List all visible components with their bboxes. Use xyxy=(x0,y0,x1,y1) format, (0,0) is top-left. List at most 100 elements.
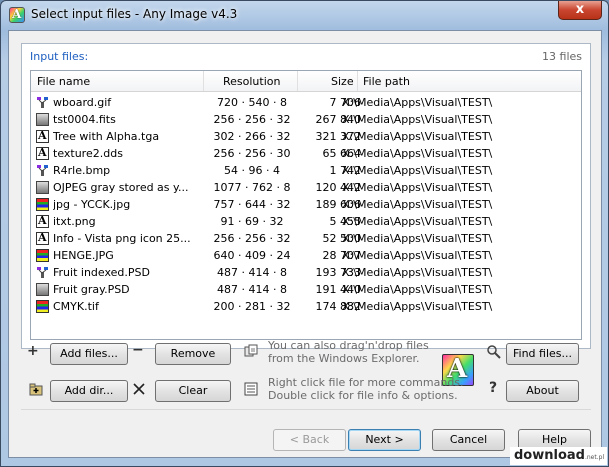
column-divider[interactable] xyxy=(203,71,204,91)
back-button[interactable]: < Back xyxy=(273,429,346,451)
file-path: X:\Media\Apps\Visual\TEST\ xyxy=(342,215,493,228)
file-name: texture2.dds xyxy=(53,147,123,160)
file-resolution: 91 · 69 · 32 xyxy=(220,215,284,228)
file-count: 13 files xyxy=(542,50,582,63)
gray-image-icon xyxy=(36,113,49,126)
alpha-image-icon: A xyxy=(36,129,49,143)
app-window: A Select input files - Any Image v4.3 x … xyxy=(0,0,609,467)
divider xyxy=(21,409,591,410)
file-resolution: 200 · 281 · 32 xyxy=(213,300,291,313)
file-name: Fruit gray.PSD xyxy=(53,283,130,296)
drag-drop-hint-line1: You can also drag'n'drop files xyxy=(268,339,429,352)
file-row[interactable]: tst0004.fits 256 · 256 · 32 267 840 X:\M… xyxy=(31,111,581,128)
file-row[interactable]: CMYK.tif 200 · 281 · 32 174 882 X:\Media… xyxy=(31,298,581,315)
column-header-name[interactable]: File name xyxy=(37,75,90,88)
window-title: Select input files - Any Image v4.3 xyxy=(31,7,238,21)
file-row[interactable]: Fruit gray.PSD 487 · 414 · 8 191 440 X:\… xyxy=(31,281,581,298)
tree-icon xyxy=(36,266,49,279)
file-path: X:\Media\Apps\Visual\TEST\ xyxy=(342,181,493,194)
close-window-button[interactable]: x xyxy=(558,1,602,20)
file-row[interactable]: A texture2.dds 256 · 256 · 30 65 664 X:\… xyxy=(31,145,581,162)
app-icon: A xyxy=(9,7,25,23)
file-name: R4rle.bmp xyxy=(53,164,111,177)
file-rows: wboard.gif 720 · 540 · 8 7 706 X:\Media\… xyxy=(31,94,581,315)
gray-image-icon xyxy=(36,283,49,296)
file-path: X:\Media\Apps\Visual\TEST\ xyxy=(342,96,493,109)
drag-drop-hint-line2: from the Windows Explorer. xyxy=(268,352,420,365)
add-dir-button[interactable]: Add dir... xyxy=(50,380,128,402)
file-row[interactable]: R4rle.bmp 54 · 96 · 4 1 742 X:\Media\App… xyxy=(31,162,581,179)
color-image-icon xyxy=(36,300,49,313)
clear-button[interactable]: Clear xyxy=(155,380,231,402)
file-path: X:\Media\Apps\Visual\TEST\ xyxy=(342,283,493,296)
clear-icon xyxy=(132,382,146,396)
drag-drop-icon xyxy=(244,344,258,358)
file-name: Fruit indexed.PSD xyxy=(53,266,150,279)
file-row[interactable]: HENGE.JPG 640 · 409 · 24 28 707 X:\Media… xyxy=(31,247,581,264)
file-resolution: 256 · 256 · 32 xyxy=(213,113,291,126)
alpha-image-icon: A xyxy=(36,214,49,228)
file-row[interactable]: A Info - Vista png icon 25... 256 · 256 … xyxy=(31,230,581,247)
file-name: HENGE.JPG xyxy=(53,249,114,262)
cancel-button[interactable]: Cancel xyxy=(432,429,505,451)
title-bar[interactable]: A Select input files - Any Image v4.3 x xyxy=(1,1,608,29)
file-row[interactable]: A Tree with Alpha.tga 302 · 266 · 32 321… xyxy=(31,128,581,145)
file-row[interactable]: A itxt.png 91 · 69 · 32 5 455 X:\Media\A… xyxy=(31,213,581,230)
column-header-size[interactable]: Size xyxy=(331,75,354,88)
file-row[interactable]: OJPEG gray stored as y... 1077 · 762 · 8… xyxy=(31,179,581,196)
watermark-suffix: .net.pl xyxy=(584,454,605,461)
file-path: X:\Media\Apps\Visual\TEST\ xyxy=(342,198,493,211)
file-name: tst0004.fits xyxy=(53,113,116,126)
file-name: CMYK.tif xyxy=(53,300,99,313)
file-path: X:\Media\Apps\Visual\TEST\ xyxy=(342,249,493,262)
file-row[interactable]: Fruit indexed.PSD 487 · 414 · 8 193 733 … xyxy=(31,264,581,281)
file-resolution: 757 · 644 · 32 xyxy=(213,198,291,211)
file-name: Info - Vista png icon 25... xyxy=(53,232,191,245)
context-menu-icon xyxy=(244,382,258,396)
remove-button[interactable]: Remove xyxy=(155,343,231,365)
column-divider[interactable] xyxy=(357,71,358,91)
tree-icon xyxy=(36,164,49,177)
file-path: X:\Media\Apps\Visual\TEST\ xyxy=(342,232,493,245)
magnifier-icon xyxy=(487,345,501,359)
color-image-icon xyxy=(36,249,49,262)
next-button[interactable]: Next > xyxy=(348,429,421,451)
column-divider[interactable] xyxy=(297,71,298,91)
file-list[interactable]: File name Resolution Size File path wboa… xyxy=(30,70,582,340)
file-row[interactable]: jpg - YCCK.jpg 757 · 644 · 32 189 606 X:… xyxy=(31,196,581,213)
right-click-hint-line1: Right click file for more commands. xyxy=(268,376,464,389)
file-path: X:\Media\Apps\Visual\TEST\ xyxy=(342,113,493,126)
input-files-label: Input files: xyxy=(30,50,89,63)
download-watermark: download.net.pl xyxy=(510,447,607,465)
add-files-button[interactable]: Add files... xyxy=(50,343,128,365)
folder-add-icon xyxy=(29,382,43,396)
find-files-button[interactable]: Find files... xyxy=(506,343,579,365)
file-path: X:\Media\Apps\Visual\TEST\ xyxy=(342,300,493,313)
file-resolution: 54 · 96 · 4 xyxy=(224,164,280,177)
file-name: itxt.png xyxy=(53,215,96,228)
list-header: File name Resolution Size File path xyxy=(31,71,581,92)
right-click-hint-line2: Double click for file info & options. xyxy=(268,389,458,402)
alpha-image-icon: A xyxy=(36,231,49,245)
minus-icon: − xyxy=(132,342,144,358)
column-header-resolution[interactable]: Resolution xyxy=(223,75,280,88)
about-button[interactable]: About xyxy=(506,380,579,402)
dialog-client-area: Input files: 13 files File name Resoluti… xyxy=(8,30,602,458)
file-path: X:\Media\Apps\Visual\TEST\ xyxy=(342,147,493,160)
watermark-text: download xyxy=(514,448,585,463)
file-name: Tree with Alpha.tga xyxy=(53,130,160,143)
file-path: X:\Media\Apps\Visual\TEST\ xyxy=(342,130,493,143)
right-click-hint: Right click file for more commands. Doub… xyxy=(268,376,464,402)
file-row[interactable]: wboard.gif 720 · 540 · 8 7 706 X:\Media\… xyxy=(31,94,581,111)
question-icon: ? xyxy=(489,380,498,396)
app-icon-letter: A xyxy=(12,7,22,21)
file-resolution: 256 · 256 · 30 xyxy=(213,147,291,160)
file-resolution: 487 · 414 · 8 xyxy=(217,283,287,296)
color-image-icon xyxy=(36,198,49,211)
gray-image-icon xyxy=(36,181,49,194)
column-header-path[interactable]: File path xyxy=(363,75,410,88)
tree-icon xyxy=(36,96,49,109)
file-name: wboard.gif xyxy=(53,96,112,109)
file-resolution: 1077 · 762 · 8 xyxy=(213,181,291,194)
input-files-panel: Input files: 13 files File name Resoluti… xyxy=(21,43,591,349)
